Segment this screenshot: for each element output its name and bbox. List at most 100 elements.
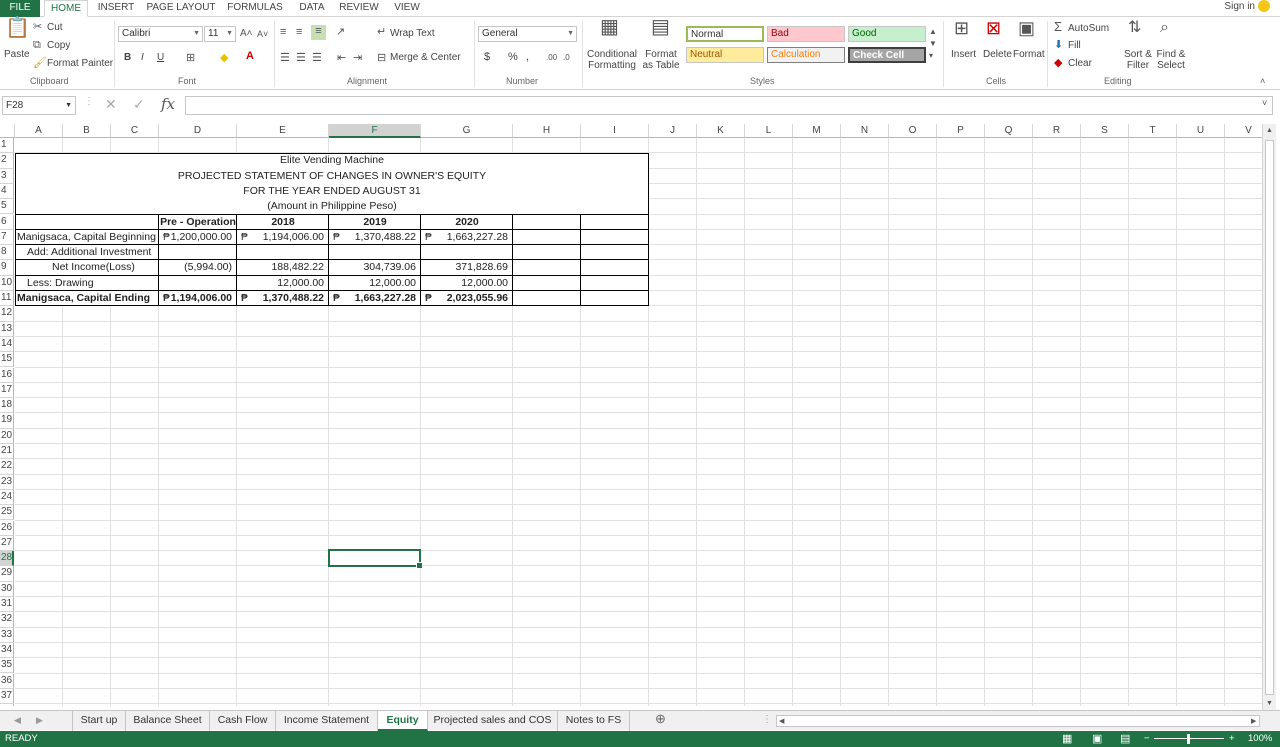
- align-bottom-icon[interactable]: ≡: [311, 25, 326, 40]
- value-cell[interactable]: 304,739.06: [329, 260, 421, 275]
- row-header[interactable]: 27: [0, 535, 14, 552]
- sort-filter-button[interactable]: Sort & Filter: [1122, 49, 1154, 71]
- tab-review[interactable]: REVIEW: [336, 0, 382, 17]
- row-header[interactable]: 28: [0, 551, 14, 567]
- column-header[interactable]: A: [15, 124, 63, 138]
- value-cell[interactable]: 371,828.69: [421, 260, 513, 275]
- column-header[interactable]: P: [937, 124, 985, 138]
- zoom-slider-thumb[interactable]: [1187, 734, 1190, 744]
- sign-in-label[interactable]: Sign in: [1224, 1, 1255, 12]
- column-header[interactable]: S: [1081, 124, 1129, 138]
- page-break-view-icon[interactable]: ▤: [1120, 731, 1130, 747]
- column-header[interactable]: O: [889, 124, 937, 138]
- sheet-tab-income-statement[interactable]: Income Statement: [276, 711, 378, 731]
- decrease-indent-icon[interactable]: ⇤: [337, 52, 346, 64]
- row-header[interactable]: 32: [0, 612, 14, 628]
- sheet-tab-start-up[interactable]: Start up: [72, 711, 126, 731]
- title-company[interactable]: Elite Vending Machine: [15, 153, 649, 168]
- paste-icon[interactable]: 📋: [5, 18, 30, 38]
- align-top-icon[interactable]: ≡: [280, 26, 286, 38]
- enter-icon[interactable]: ✓: [133, 96, 145, 113]
- paste-button[interactable]: Paste: [4, 49, 30, 60]
- wrap-text-button[interactable]: Wrap Text: [390, 28, 435, 39]
- value-cell[interactable]: 188,482.22: [237, 260, 329, 275]
- zoom-in-icon[interactable]: +: [1229, 731, 1235, 747]
- zoom-out-icon[interactable]: −: [1144, 731, 1150, 747]
- tab-view[interactable]: VIEW: [388, 0, 426, 17]
- collapse-ribbon-icon[interactable]: ˄: [1260, 75, 1265, 87]
- value-cell[interactable]: 1,370,488.22: [237, 291, 329, 306]
- row-header[interactable]: 20: [0, 428, 14, 444]
- tab-data[interactable]: DATA: [292, 0, 332, 17]
- fill-color-icon[interactable]: ◆: [220, 52, 228, 64]
- tab-formulas[interactable]: FORMULAS: [224, 0, 286, 17]
- value-cell[interactable]: 12,000.00: [329, 276, 421, 291]
- column-header[interactable]: M: [793, 124, 841, 138]
- cut-icon[interactable]: ✂: [33, 21, 42, 33]
- column-header[interactable]: I: [581, 124, 649, 138]
- font-name-combo[interactable]: Calibri ▼: [118, 26, 203, 42]
- formula-input[interactable]: [185, 96, 1273, 115]
- value-cell[interactable]: 2,023,055.96: [421, 291, 513, 306]
- sheet-tab-projected-sales[interactable]: Projected sales and COS: [428, 711, 558, 731]
- style-neutral[interactable]: Neutral: [686, 47, 764, 63]
- conditional-formatting-button[interactable]: Conditional Formatting: [586, 49, 638, 71]
- row-header[interactable]: 36: [0, 673, 14, 689]
- row-header[interactable]: 3: [0, 168, 14, 184]
- insert-button[interactable]: Insert: [951, 49, 976, 60]
- page-layout-view-icon[interactable]: ▣: [1092, 731, 1102, 747]
- tab-page-layout[interactable]: PAGE LAYOUT: [146, 0, 216, 17]
- horizontal-scrollbar[interactable]: ◀ ▶: [776, 715, 1260, 727]
- title-statement[interactable]: PROJECTED STATEMENT OF CHANGES IN OWNER'…: [15, 169, 649, 184]
- align-left-icon[interactable]: ☰: [280, 52, 290, 64]
- insert-cells-icon[interactable]: ⊞: [954, 19, 969, 37]
- row-label-capital-ending[interactable]: Manigsaca, Capital Ending: [17, 291, 157, 306]
- value-cell[interactable]: (5,994.00): [159, 260, 237, 275]
- normal-view-icon[interactable]: ▦: [1062, 731, 1072, 747]
- underline-button[interactable]: U: [157, 52, 164, 63]
- align-center-icon[interactable]: ☰: [296, 52, 306, 64]
- format-painter-icon[interactable]: 🖌: [33, 57, 47, 69]
- font-size-combo[interactable]: 11 ▼: [204, 26, 236, 42]
- fill-button[interactable]: Fill: [1068, 40, 1081, 51]
- sort-filter-icon[interactable]: ⇅: [1128, 20, 1141, 36]
- style-check-cell[interactable]: Check Cell: [848, 47, 926, 63]
- value-cell[interactable]: 1,194,006.00: [237, 230, 329, 245]
- scroll-down-icon[interactable]: ▼: [1266, 698, 1273, 710]
- row-header[interactable]: 7: [0, 229, 14, 246]
- column-header-0[interactable]: Pre - Operation: [159, 215, 237, 230]
- shrink-font-icon[interactable]: A˅: [257, 28, 268, 40]
- styles-scroll-icon[interactable]: ▲ ▼ ▾: [929, 26, 937, 62]
- column-header[interactable]: C: [111, 124, 159, 138]
- orientation-icon[interactable]: ↗: [336, 26, 345, 38]
- style-calculation[interactable]: Calculation: [767, 47, 845, 63]
- row-header[interactable]: 31: [0, 597, 14, 613]
- column-header[interactable]: U: [1177, 124, 1225, 138]
- row-label-drawing[interactable]: Less: Drawing: [27, 276, 147, 291]
- row-header[interactable]: 38: [0, 704, 14, 706]
- row-header[interactable]: 11: [0, 291, 14, 307]
- row-label-capital-beginning[interactable]: Manigsaca, Capital Beginning: [17, 230, 157, 245]
- clear-button[interactable]: Clear: [1068, 58, 1092, 69]
- merge-center-button[interactable]: Merge & Center: [390, 52, 461, 63]
- row-header[interactable]: 33: [0, 627, 14, 643]
- column-header[interactable]: F: [329, 124, 421, 138]
- column-header[interactable]: R: [1033, 124, 1081, 138]
- wrap-text-icon[interactable]: ↵: [377, 26, 386, 38]
- row-header[interactable]: 34: [0, 642, 14, 659]
- row-header[interactable]: 23: [0, 474, 14, 490]
- font-color-icon[interactable]: A: [246, 50, 254, 62]
- vertical-scrollbar[interactable]: ▲ ▼: [1262, 124, 1276, 710]
- row-label-additional-investment[interactable]: Add: Additional Investment: [27, 245, 167, 260]
- insert-function-icon[interactable]: fx: [161, 95, 175, 113]
- column-header[interactable]: L: [745, 124, 793, 138]
- value-cell[interactable]: 1,200,000.00: [159, 230, 237, 245]
- row-header[interactable]: 19: [0, 413, 14, 429]
- sheet-tab-balance-sheet[interactable]: Balance Sheet: [126, 711, 210, 731]
- scroll-right-icon[interactable]: ▶: [1251, 716, 1256, 728]
- column-header[interactable]: D: [159, 124, 237, 138]
- copy-icon[interactable]: ⧉: [33, 39, 41, 51]
- column-header[interactable]: N: [841, 124, 889, 138]
- increase-decimal-icon[interactable]: .00: [546, 52, 557, 64]
- row-header[interactable]: 2: [0, 153, 14, 169]
